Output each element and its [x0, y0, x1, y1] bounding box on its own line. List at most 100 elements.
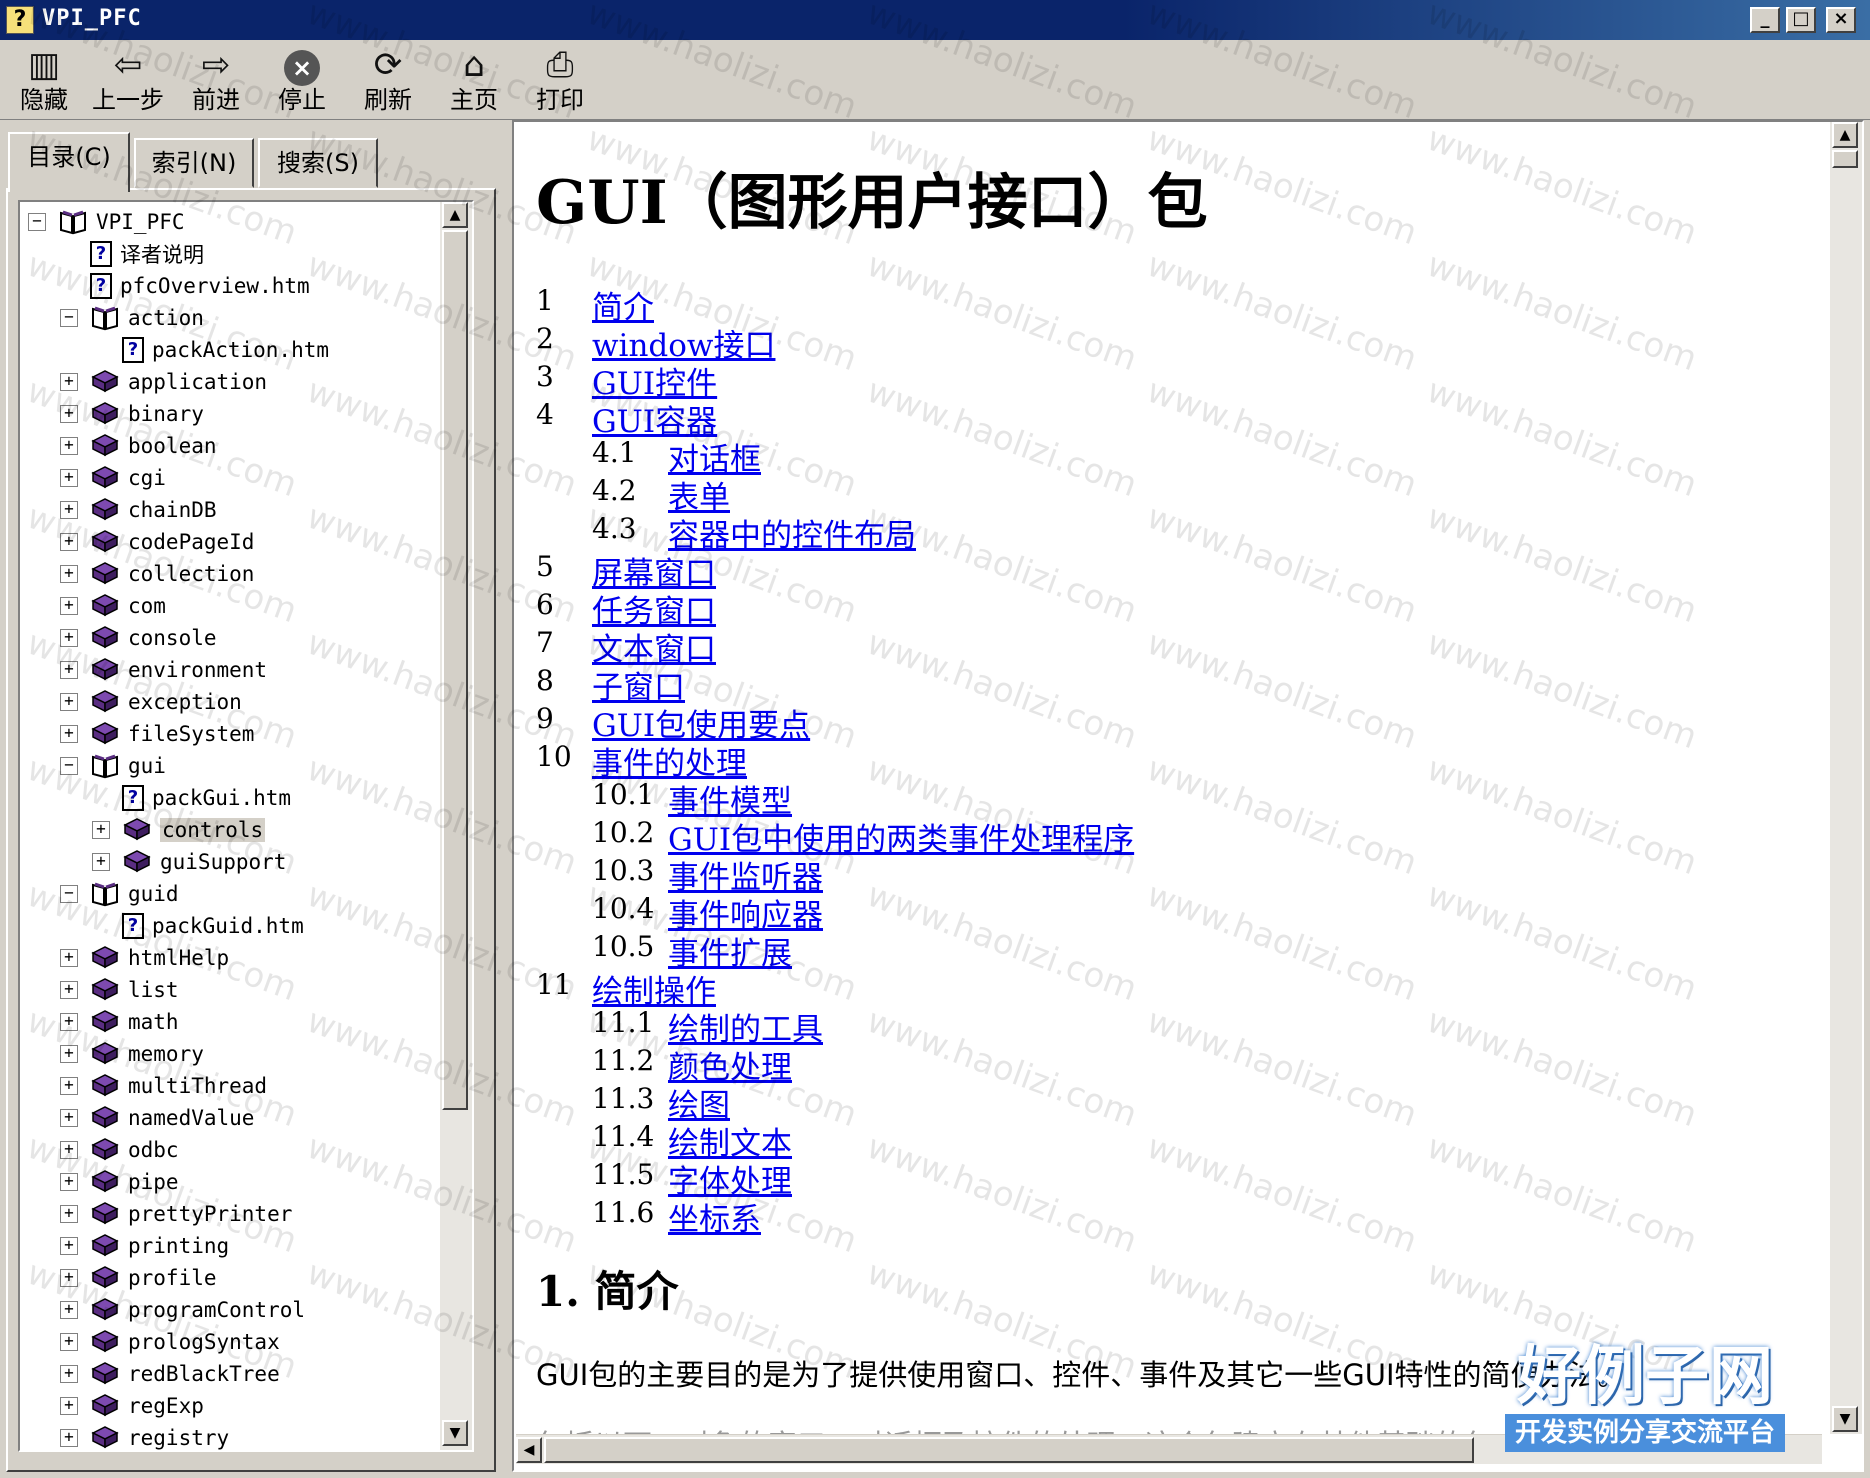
expand-icon[interactable]: +	[60, 1013, 78, 1031]
expand-icon[interactable]: +	[60, 1301, 78, 1319]
collapse-icon[interactable]: −	[60, 309, 78, 327]
home-button[interactable]: ⌂ 主页	[438, 46, 510, 116]
scroll-thumb[interactable]	[442, 230, 468, 1110]
tree-item[interactable]: + prologSyntax	[60, 1326, 280, 1358]
content-scrollbar[interactable]: ▲ ▼	[1830, 122, 1862, 1434]
scroll-left-button[interactable]: ◀	[516, 1437, 542, 1463]
expand-icon[interactable]: +	[60, 1429, 78, 1447]
tree-item[interactable]: + memory	[60, 1038, 204, 1070]
expand-icon[interactable]: +	[60, 1045, 78, 1063]
tree-scrollbar[interactable]: ▲ ▼	[440, 202, 472, 1450]
tree-item[interactable]: + exception	[60, 686, 242, 718]
scroll-up-button[interactable]: ▲	[442, 202, 468, 228]
expand-icon[interactable]: +	[60, 1237, 78, 1255]
tree-item[interactable]: + prettyPrinter	[60, 1198, 292, 1230]
tree-item[interactable]: + list	[60, 974, 179, 1006]
tree-item[interactable]: + chainDB	[60, 494, 217, 526]
stop-button[interactable]: × 停止	[266, 46, 338, 116]
expand-icon[interactable]: +	[60, 1141, 78, 1159]
collapse-icon[interactable]: −	[60, 885, 78, 903]
tree-item[interactable]: + pipe	[60, 1166, 179, 1198]
expand-icon[interactable]: +	[60, 501, 78, 519]
tree-item[interactable]: + printing	[60, 1230, 229, 1262]
expand-icon[interactable]: +	[60, 1173, 78, 1191]
content-scroll-up-button[interactable]: ▲	[1832, 122, 1858, 148]
tree-item[interactable]: ? packGuid.htm	[122, 910, 304, 942]
close-button[interactable]: ×	[1826, 7, 1856, 33]
collapse-icon[interactable]: −	[28, 213, 46, 231]
forward-button[interactable]: ⇨ 前进	[180, 46, 252, 116]
expand-icon[interactable]: +	[60, 725, 78, 743]
back-button[interactable]: ⇦ 上一步	[92, 46, 164, 116]
expand-icon[interactable]: +	[60, 981, 78, 999]
tree-item[interactable]: + guiSupport	[92, 846, 286, 878]
scroll-down-button[interactable]: ▼	[442, 1420, 468, 1446]
tree-item[interactable]: − gui	[60, 750, 166, 782]
expand-icon[interactable]: +	[60, 405, 78, 423]
tree-item[interactable]: ? packGui.htm	[122, 782, 291, 814]
tab-index[interactable]: 索引(N)	[134, 138, 254, 188]
tree-item[interactable]: − VPI_PFC	[28, 206, 185, 238]
expand-icon[interactable]: +	[60, 469, 78, 487]
tree-item[interactable]: ? 译者说明	[90, 238, 204, 270]
print-button[interactable]: ⎙ 打印	[524, 46, 596, 116]
tree-item[interactable]: + boolean	[60, 430, 217, 462]
tree-item[interactable]: + com	[60, 590, 166, 622]
expand-icon[interactable]: +	[60, 949, 78, 967]
expand-icon[interactable]: +	[60, 533, 78, 551]
tree-item[interactable]: + multiThread	[60, 1070, 267, 1102]
content-scroll-down-button[interactable]: ▼	[1832, 1406, 1858, 1432]
expand-icon[interactable]: +	[92, 821, 110, 839]
expand-icon[interactable]: +	[60, 693, 78, 711]
tree-item-label: packAction.htm	[152, 338, 330, 362]
tree-item[interactable]: − action	[60, 302, 204, 334]
tree-item[interactable]: + programControl	[60, 1294, 305, 1326]
tree-item[interactable]: + odbc	[60, 1134, 179, 1166]
tree-item[interactable]: + math	[60, 1006, 179, 1038]
collapse-icon[interactable]: −	[60, 757, 78, 775]
tree-item[interactable]: + application	[60, 366, 267, 398]
expand-icon[interactable]: +	[92, 853, 110, 871]
expand-icon[interactable]: +	[60, 373, 78, 391]
book-closed-icon	[90, 944, 120, 972]
tree-item[interactable]: + registry	[60, 1422, 229, 1450]
expand-icon[interactable]: +	[60, 1333, 78, 1351]
expand-icon[interactable]: +	[60, 1077, 78, 1095]
tree-item[interactable]: + namedValue	[60, 1102, 254, 1134]
tree-item[interactable]: + fileSystem	[60, 718, 254, 750]
tree-item[interactable]: + cgi	[60, 462, 166, 494]
tree-item[interactable]: + binary	[60, 398, 204, 430]
expand-icon[interactable]: +	[60, 437, 78, 455]
content-hscrollbar[interactable]: ◀	[516, 1434, 1822, 1464]
expand-icon[interactable]: +	[60, 1397, 78, 1415]
tree-item[interactable]: + regExp	[60, 1390, 204, 1422]
expand-icon[interactable]: +	[60, 661, 78, 679]
content-scroll-thumb[interactable]	[1832, 150, 1858, 168]
expand-icon[interactable]: +	[60, 565, 78, 583]
tree-item[interactable]: − guid	[60, 878, 179, 910]
tab-contents[interactable]: 目录(C)	[8, 132, 130, 192]
expand-icon[interactable]: +	[60, 1365, 78, 1383]
expand-icon[interactable]: +	[60, 1109, 78, 1127]
tree-item[interactable]: + codePageId	[60, 526, 254, 558]
toc-link[interactable]: 坐标系	[668, 1194, 761, 1239]
tree-item[interactable]: + redBlackTree	[60, 1358, 280, 1390]
refresh-button[interactable]: ⟳ 刷新	[352, 46, 424, 116]
tree-item[interactable]: + collection	[60, 558, 254, 590]
tab-search[interactable]: 搜索(S)	[258, 138, 378, 188]
tree-item[interactable]: + environment	[60, 654, 267, 686]
minimize-button[interactable]: _	[1750, 7, 1780, 33]
tree-item[interactable]: ? pfcOverview.htm	[90, 270, 310, 302]
hscroll-thumb[interactable]	[544, 1437, 1474, 1463]
tree-item[interactable]: ? packAction.htm	[122, 334, 329, 366]
hide-button[interactable]: ▥ 隐藏	[8, 46, 80, 116]
maximize-button[interactable]: □	[1786, 7, 1816, 33]
expand-icon[interactable]: +	[60, 1269, 78, 1287]
tree-item[interactable]: + controls	[92, 814, 266, 846]
tree-item[interactable]: + console	[60, 622, 217, 654]
expand-icon[interactable]: +	[60, 629, 78, 647]
expand-icon[interactable]: +	[60, 597, 78, 615]
expand-icon[interactable]: +	[60, 1205, 78, 1223]
tree-item[interactable]: + htmlHelp	[60, 942, 229, 974]
tree-item[interactable]: + profile	[60, 1262, 217, 1294]
